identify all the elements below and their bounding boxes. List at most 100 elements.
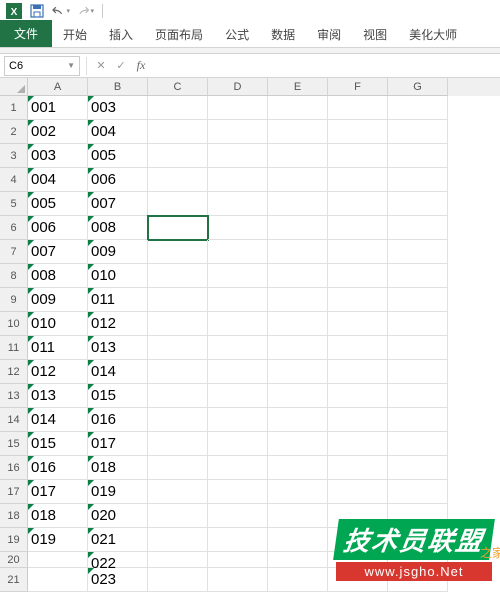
cell-E8[interactable] — [268, 264, 328, 288]
tab-data[interactable]: 数据 — [260, 22, 306, 47]
cell-F2[interactable] — [328, 120, 388, 144]
cell-F15[interactable] — [328, 432, 388, 456]
cell-C8[interactable] — [148, 264, 208, 288]
row-header[interactable]: 8 — [0, 264, 28, 288]
cell-G9[interactable] — [388, 288, 448, 312]
cell-C7[interactable] — [148, 240, 208, 264]
select-all-corner[interactable] — [0, 78, 28, 96]
column-header-E[interactable]: E — [268, 78, 328, 96]
cell-A6[interactable]: 006 — [28, 216, 88, 240]
cell-D13[interactable] — [208, 384, 268, 408]
cell-B4[interactable]: 006 — [88, 168, 148, 192]
row-header[interactable]: 21 — [0, 568, 28, 592]
cell-E20[interactable] — [268, 552, 328, 568]
dropdown-icon[interactable]: ▾ — [90, 7, 94, 15]
cell-B9[interactable]: 011 — [88, 288, 148, 312]
cell-F10[interactable] — [328, 312, 388, 336]
cell-A8[interactable]: 008 — [28, 264, 88, 288]
cell-D18[interactable] — [208, 504, 268, 528]
cell-C3[interactable] — [148, 144, 208, 168]
cell-D19[interactable] — [208, 528, 268, 552]
cell-D9[interactable] — [208, 288, 268, 312]
cell-C20[interactable] — [148, 552, 208, 568]
column-header-A[interactable]: A — [28, 78, 88, 96]
cell-A15[interactable]: 015 — [28, 432, 88, 456]
cell-G8[interactable] — [388, 264, 448, 288]
cell-F11[interactable] — [328, 336, 388, 360]
cell-E12[interactable] — [268, 360, 328, 384]
cell-E4[interactable] — [268, 168, 328, 192]
cell-F6[interactable] — [328, 216, 388, 240]
row-header[interactable]: 17 — [0, 480, 28, 504]
cell-A9[interactable]: 009 — [28, 288, 88, 312]
cell-G6[interactable] — [388, 216, 448, 240]
cell-D21[interactable] — [208, 568, 268, 592]
cell-D4[interactable] — [208, 168, 268, 192]
save-icon[interactable] — [28, 2, 46, 20]
column-header-C[interactable]: C — [148, 78, 208, 96]
cell-B7[interactable]: 009 — [88, 240, 148, 264]
cell-G1[interactable] — [388, 96, 448, 120]
cell-A10[interactable]: 010 — [28, 312, 88, 336]
cell-D10[interactable] — [208, 312, 268, 336]
cell-F5[interactable] — [328, 192, 388, 216]
dropdown-icon[interactable]: ▾ — [66, 7, 70, 15]
column-header-D[interactable]: D — [208, 78, 268, 96]
cell-B21[interactable]: 023 — [88, 568, 148, 592]
cell-A19[interactable]: 019 — [28, 528, 88, 552]
cell-G7[interactable] — [388, 240, 448, 264]
cell-B18[interactable]: 020 — [88, 504, 148, 528]
row-header[interactable]: 19 — [0, 528, 28, 552]
cell-D5[interactable] — [208, 192, 268, 216]
cell-G2[interactable] — [388, 120, 448, 144]
cell-F14[interactable] — [328, 408, 388, 432]
cell-C21[interactable] — [148, 568, 208, 592]
cell-C18[interactable] — [148, 504, 208, 528]
cell-B13[interactable]: 015 — [88, 384, 148, 408]
cell-B1[interactable]: 003 — [88, 96, 148, 120]
cell-B14[interactable]: 016 — [88, 408, 148, 432]
cell-D12[interactable] — [208, 360, 268, 384]
chevron-down-icon[interactable]: ▼ — [67, 61, 75, 70]
cell-F17[interactable] — [328, 480, 388, 504]
row-header[interactable]: 6 — [0, 216, 28, 240]
cell-E16[interactable] — [268, 456, 328, 480]
cell-B6[interactable]: 008 — [88, 216, 148, 240]
cell-C19[interactable] — [148, 528, 208, 552]
cell-F16[interactable] — [328, 456, 388, 480]
column-header-B[interactable]: B — [88, 78, 148, 96]
cell-A16[interactable]: 016 — [28, 456, 88, 480]
cell-D11[interactable] — [208, 336, 268, 360]
cell-G12[interactable] — [388, 360, 448, 384]
tab-insert[interactable]: 插入 — [98, 22, 144, 47]
cell-E14[interactable] — [268, 408, 328, 432]
cell-D2[interactable] — [208, 120, 268, 144]
spreadsheet-grid[interactable]: ABCDEFG 10010032002004300300540040065005… — [0, 78, 500, 592]
cell-E11[interactable] — [268, 336, 328, 360]
cell-F9[interactable] — [328, 288, 388, 312]
cell-D17[interactable] — [208, 480, 268, 504]
enter-icon[interactable]: ✓ — [111, 56, 131, 76]
cell-E15[interactable] — [268, 432, 328, 456]
cell-D16[interactable] — [208, 456, 268, 480]
cell-G16[interactable] — [388, 456, 448, 480]
cell-D6[interactable] — [208, 216, 268, 240]
cell-A21[interactable] — [28, 568, 88, 592]
cell-A20[interactable] — [28, 552, 88, 568]
cell-E18[interactable] — [268, 504, 328, 528]
tab-home[interactable]: 开始 — [52, 22, 98, 47]
cell-A1[interactable]: 001 — [28, 96, 88, 120]
cell-E13[interactable] — [268, 384, 328, 408]
cell-G13[interactable] — [388, 384, 448, 408]
row-header[interactable]: 18 — [0, 504, 28, 528]
cell-C15[interactable] — [148, 432, 208, 456]
cell-B11[interactable]: 013 — [88, 336, 148, 360]
cell-G10[interactable] — [388, 312, 448, 336]
row-header[interactable]: 12 — [0, 360, 28, 384]
row-header[interactable]: 10 — [0, 312, 28, 336]
tab-view[interactable]: 视图 — [352, 22, 398, 47]
cell-E9[interactable] — [268, 288, 328, 312]
cell-D20[interactable] — [208, 552, 268, 568]
cell-A11[interactable]: 011 — [28, 336, 88, 360]
cell-A13[interactable]: 013 — [28, 384, 88, 408]
